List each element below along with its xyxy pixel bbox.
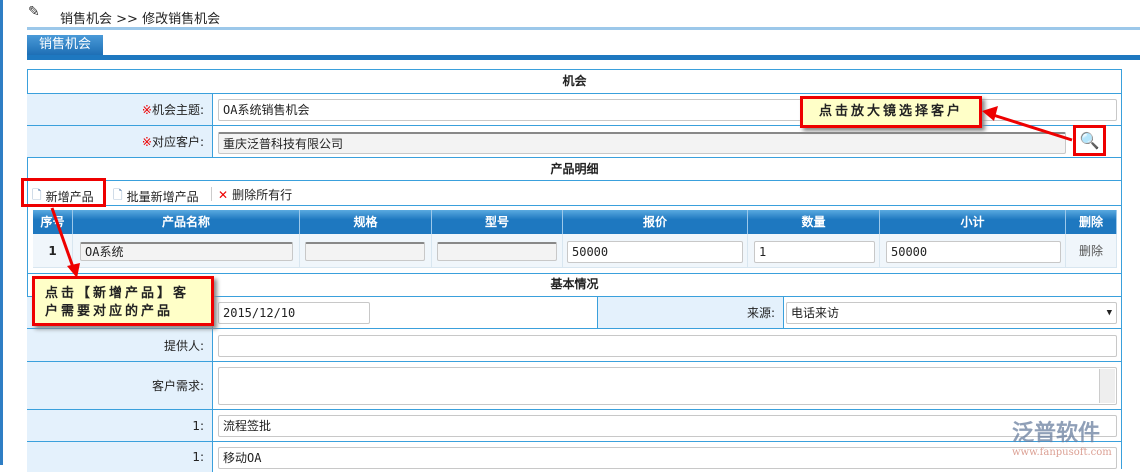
arrow-line: [989, 112, 1073, 142]
watermark-url: www.fanpusoft.com: [1012, 447, 1112, 458]
arrow-head: [982, 106, 998, 121]
arrows: [50, 106, 1073, 278]
watermark-logo: 泛普软件 www.fanpusoft.com: [1012, 415, 1132, 465]
arrow-head: [67, 263, 80, 278]
arrow-line: [50, 207, 76, 271]
watermark-brand: 泛普软件: [1012, 421, 1101, 446]
